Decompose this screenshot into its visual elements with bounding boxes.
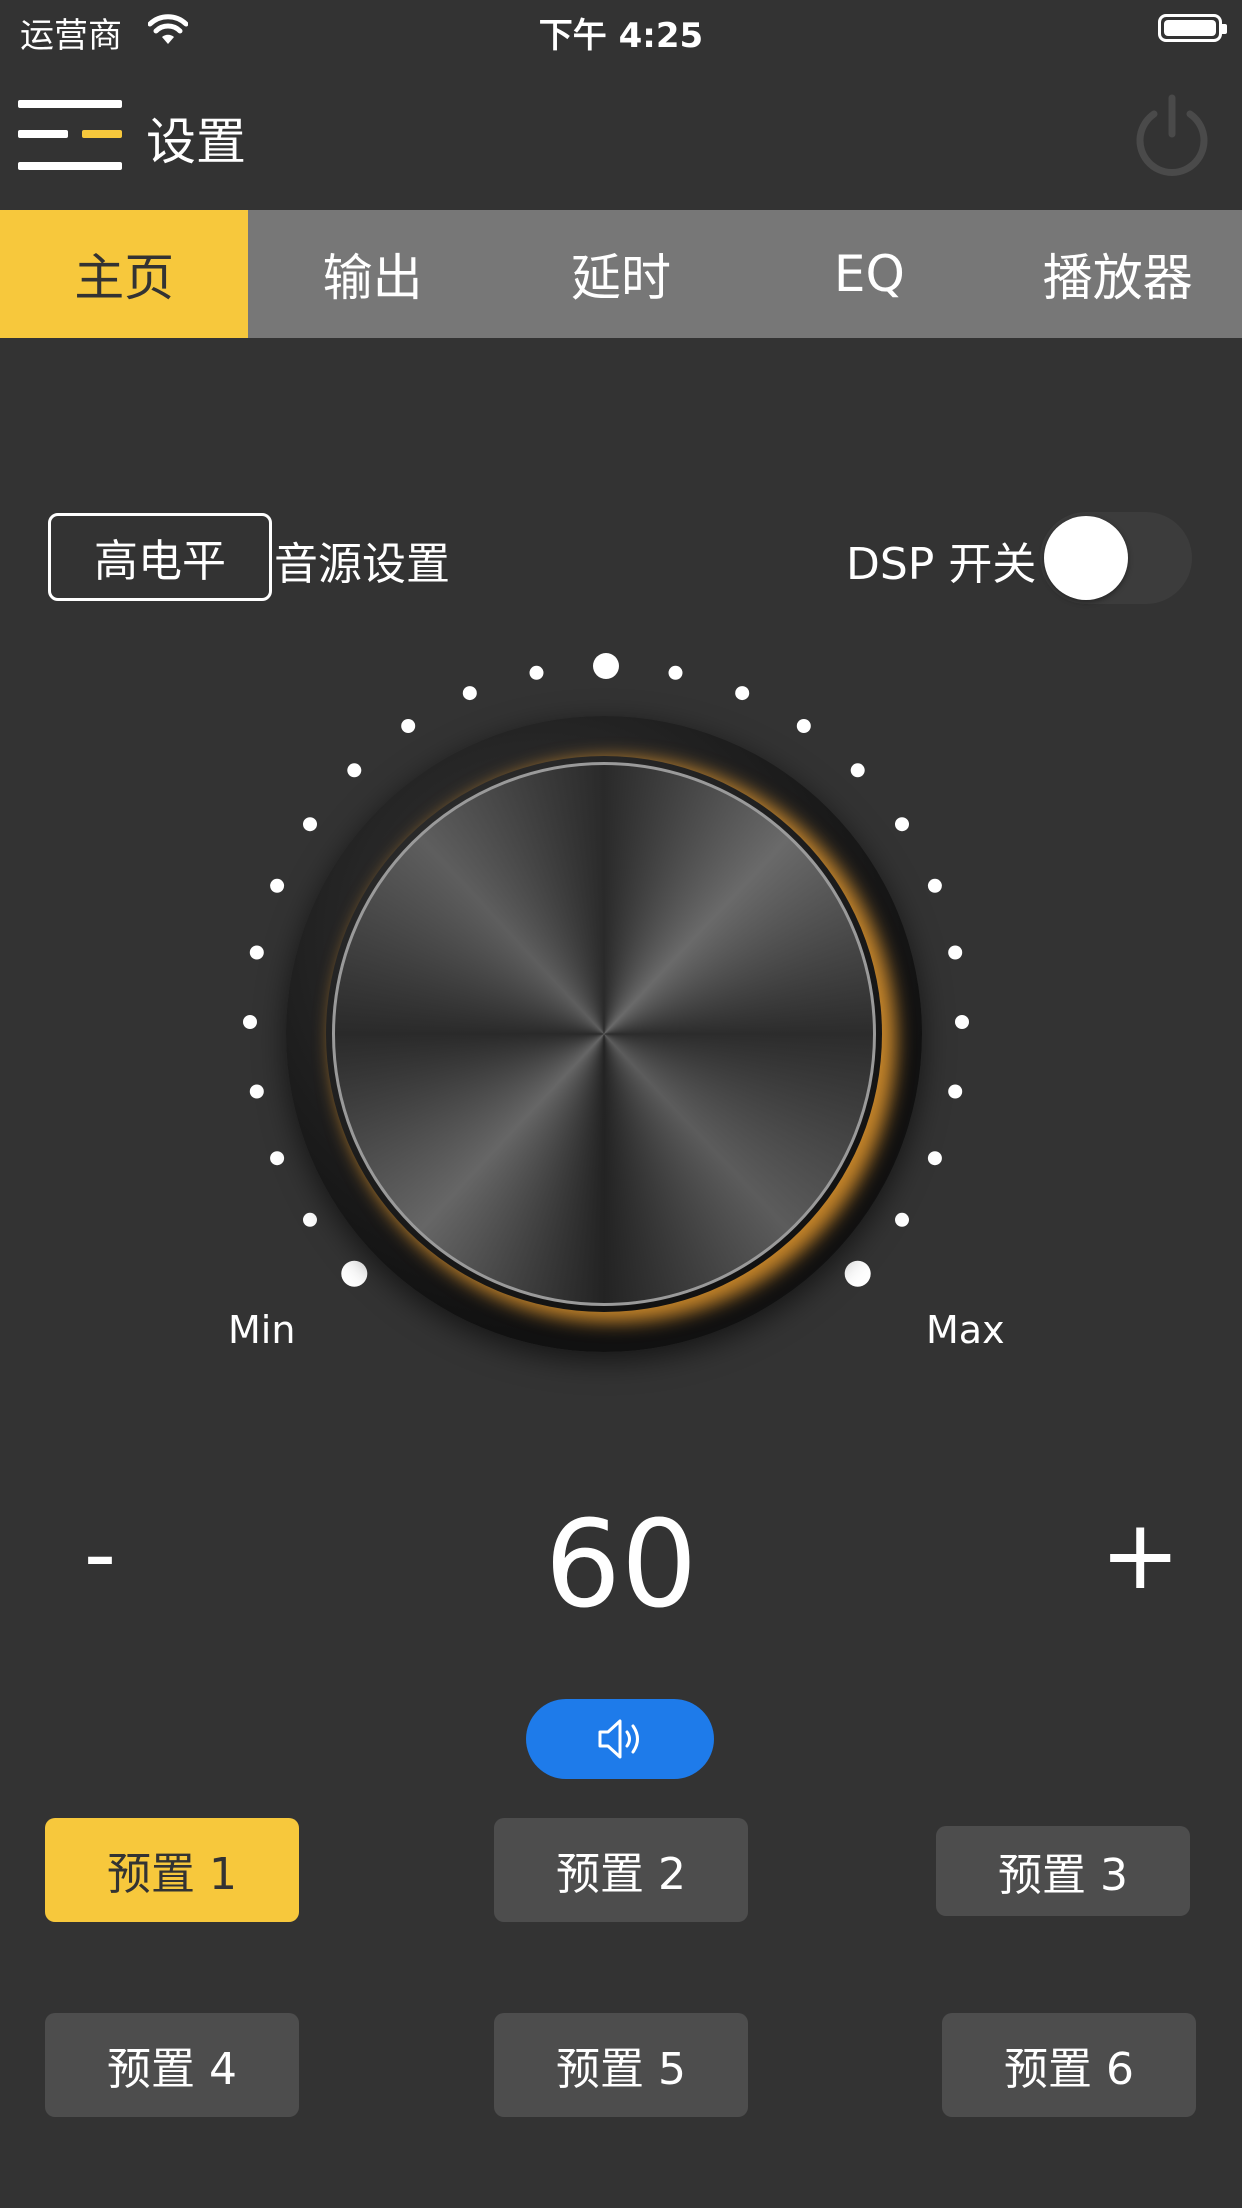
page-title: 设置 [146, 113, 246, 171]
dial-tick-dot [270, 878, 285, 893]
tab-output[interactable]: 输出 [248, 210, 496, 338]
tab-delay[interactable]: 延时 [497, 210, 745, 338]
preset-1-button[interactable]: 预置 1 [45, 1818, 299, 1922]
mute-button[interactable] [526, 1699, 714, 1779]
tab-home[interactable]: 主页 [0, 210, 249, 338]
min-label: Min [228, 1308, 296, 1352]
dial-tick-dot [955, 1015, 969, 1029]
dial-tick-dot [401, 719, 416, 733]
tab-eq[interactable]: EQ [745, 210, 993, 338]
high-level-button[interactable]: 高电平 [48, 513, 272, 601]
source-settings-label: 音源设置 [274, 539, 450, 590]
status-time: 下午 4:25 [538, 16, 704, 56]
toggle-knob [1044, 516, 1128, 600]
dial-tick-dot [593, 653, 619, 679]
dial-tick-dot [249, 945, 264, 960]
dial-tick-dot [895, 1212, 909, 1227]
dial-tick-dot [948, 945, 963, 960]
dial-tick-dot [529, 665, 544, 680]
dial-tick-dot [948, 1084, 963, 1099]
dial-tick-dot [270, 1151, 285, 1166]
dial-tick-dot [462, 686, 477, 701]
dial-tick-dot [850, 763, 865, 778]
dial-tick-dot [735, 686, 750, 701]
dial-tick-dot [303, 1212, 317, 1227]
preset-3-button[interactable]: 预置 3 [936, 1826, 1190, 1916]
volume-knob[interactable] [332, 762, 876, 1306]
dial-tick-dot [927, 878, 942, 893]
preset-5-button[interactable]: 预置 5 [494, 2013, 748, 2117]
battery-icon [1158, 14, 1227, 42]
dial-tick-dot [844, 1260, 871, 1287]
preset-2-button[interactable]: 预置 2 [494, 1818, 748, 1922]
preset-6-button[interactable]: 预置 6 [942, 2013, 1196, 2117]
dial-tick-dot [243, 1015, 257, 1029]
dial-tick-dot [303, 817, 317, 832]
tab-player[interactable]: 播放器 [994, 210, 1242, 338]
tab-bar: 主页 输出 延时 EQ 播放器 [0, 210, 1242, 338]
dial-tick-dot [341, 1260, 368, 1287]
dial-tick-dot [668, 665, 683, 680]
max-label: Max [926, 1308, 1005, 1352]
dsp-switch-label: DSP 开关 [846, 539, 1037, 590]
menu-icon[interactable] [18, 98, 124, 174]
dial-tick-dot [895, 817, 909, 832]
power-icon[interactable] [1126, 90, 1218, 182]
volume-increase-button[interactable]: + [1100, 1500, 1180, 1610]
dial-tick-dot [796, 719, 811, 733]
preset-4-button[interactable]: 预置 4 [45, 2013, 299, 2117]
speaker-icon [598, 1719, 639, 1759]
dial-tick-dot [347, 763, 362, 778]
dial-tick-dot [249, 1084, 264, 1099]
status-bar: 运营商 下午 4:25 [0, 0, 1242, 62]
dsp-toggle[interactable] [1040, 512, 1192, 604]
dial-tick-dot [927, 1151, 942, 1166]
volume-value: 60 [544, 1496, 698, 1635]
